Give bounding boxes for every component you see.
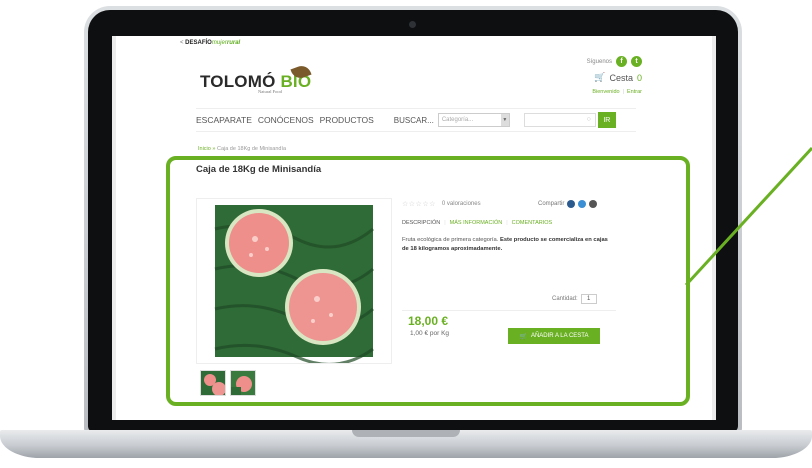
pointer-line <box>684 146 812 287</box>
stage: < DESAFÍOmujerrural TOLOMÓ BIO Natural F… <box>0 0 812 468</box>
